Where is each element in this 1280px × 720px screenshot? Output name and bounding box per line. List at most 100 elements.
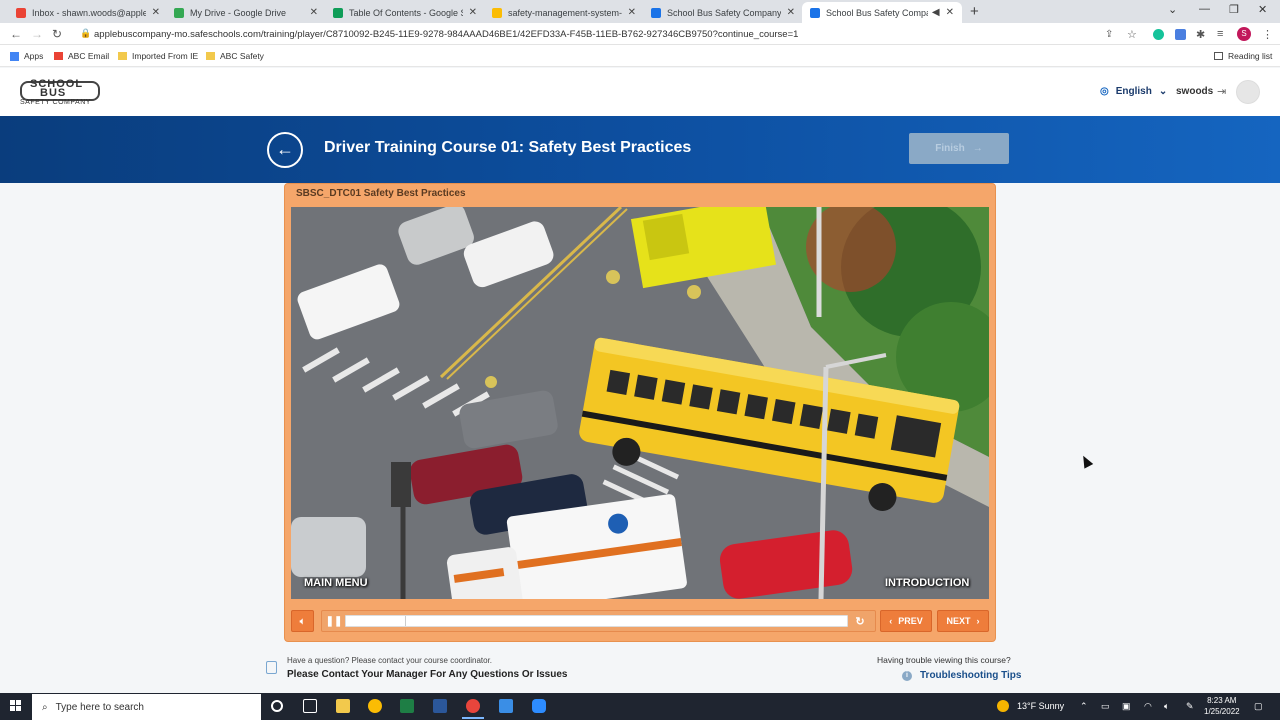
- module-label: SBSC_DTC01 Safety Best Practices: [296, 188, 466, 199]
- zoom-icon[interactable]: [532, 699, 546, 713]
- taskbar-search[interactable]: ⌕ Type here to search: [32, 694, 261, 720]
- close-icon[interactable]: ✕: [628, 7, 636, 18]
- cortana-icon[interactable]: [271, 700, 283, 712]
- browser-tab-admin[interactable]: School Bus Safety Company - Ad ✕: [643, 2, 803, 23]
- browser-tab-sheets[interactable]: Table Of Contents - Google Shee ✕: [325, 2, 485, 23]
- logo-line-2: BUS: [40, 87, 67, 99]
- progress-bar[interactable]: [345, 615, 848, 627]
- back-button[interactable]: ←: [267, 132, 303, 168]
- drive-icon: [492, 7, 502, 18]
- chrome-active-icon[interactable]: [466, 699, 480, 713]
- windows-start-icon[interactable]: [10, 700, 22, 712]
- profile-avatar[interactable]: S: [1237, 27, 1251, 41]
- tab-search-icon[interactable]: ⌄: [1168, 3, 1177, 16]
- language-selector[interactable]: ◎ English ⌄: [1100, 86, 1167, 97]
- restore-icon[interactable]: ❐: [1229, 3, 1239, 16]
- tab-title: Table Of Contents - Google Shee: [349, 7, 463, 18]
- new-tab-button[interactable]: +: [970, 3, 979, 20]
- site-header: [0, 68, 1280, 116]
- company-logo[interactable]: SCHOOL BUS SAFETY COMPANY: [20, 78, 102, 108]
- course-title: Driver Training Course 01: Safety Best P…: [324, 139, 692, 156]
- main-menu-link[interactable]: MAIN MENU: [304, 577, 368, 589]
- task-view-icon[interactable]: [303, 699, 317, 713]
- folder-icon: [206, 52, 215, 60]
- prev-button[interactable]: ‹ PREV: [880, 610, 932, 632]
- pause-icon[interactable]: ❚❚: [325, 613, 343, 629]
- info-icon: i: [902, 670, 912, 681]
- taskbar-clock[interactable]: 8:23 AM 1/25/2022: [1204, 695, 1240, 717]
- url-field[interactable]: applebuscompany-mo.safeschools.com/train…: [94, 29, 798, 40]
- grammarly-icon[interactable]: [1153, 29, 1164, 40]
- browser-tab-sms[interactable]: safety-management-system-pos ✕: [484, 2, 644, 23]
- display-icon[interactable]: ▣: [1122, 701, 1131, 712]
- media-icon[interactable]: ≡: [1217, 28, 1228, 40]
- search-placeholder: Type here to search: [55, 701, 144, 713]
- bookmark-imported-ie[interactable]: Imported From IE: [118, 51, 198, 61]
- bookmark-abc-email[interactable]: ABC Email: [54, 51, 109, 61]
- weather-icon: [997, 700, 1009, 712]
- reload-icon[interactable]: ↻: [52, 27, 62, 41]
- forward-icon[interactable]: →: [31, 27, 43, 41]
- speaker-icon[interactable]: ◀: [932, 7, 940, 18]
- browser-tab-inbox[interactable]: Inbox - shawn.woods@applebus ✕: [8, 2, 168, 23]
- volume-icon[interactable]: 🔈︎: [1164, 701, 1169, 712]
- troubleshooting-tips-link[interactable]: i Troubleshooting Tips: [902, 670, 1021, 681]
- reading-list[interactable]: Reading list: [1214, 51, 1272, 61]
- extension-icon[interactable]: [1175, 29, 1186, 40]
- logout-icon[interactable]: ⇥: [1217, 85, 1226, 98]
- folder-icon: [118, 52, 127, 60]
- reading-list-label: Reading list: [1228, 51, 1273, 61]
- close-icon[interactable]: ✕: [469, 7, 477, 18]
- tray-expand-icon[interactable]: ⌃: [1080, 701, 1088, 712]
- globe-icon: ◎: [1100, 86, 1109, 97]
- close-icon[interactable]: ✕: [310, 7, 318, 18]
- notifications-icon[interactable]: ▢: [1254, 701, 1263, 712]
- mouse-cursor-icon: [1078, 453, 1094, 469]
- window-close-icon[interactable]: ✕: [1258, 3, 1267, 16]
- excel-icon[interactable]: [400, 699, 414, 713]
- user-avatar[interactable]: [1236, 80, 1260, 104]
- clock-date: 1/25/2022: [1204, 707, 1240, 716]
- browser-tab-active[interactable]: School Bus Safety Company ◀ ✕: [802, 2, 962, 23]
- battery-icon[interactable]: ▭: [1101, 701, 1110, 712]
- tab-title: safety-management-system-pos: [508, 7, 622, 18]
- gmail-icon: [54, 52, 63, 60]
- close-icon[interactable]: ✕: [946, 7, 954, 18]
- bookmark-label: ABC Safety: [220, 51, 264, 61]
- site-icon: [810, 7, 820, 18]
- mute-button[interactable]: 🔈︎: [291, 610, 314, 632]
- next-button[interactable]: NEXT ›: [937, 610, 989, 632]
- star-icon[interactable]: ☆: [1127, 28, 1138, 41]
- word-icon[interactable]: [433, 699, 447, 713]
- arrow-left-icon: ←: [276, 139, 294, 159]
- close-icon[interactable]: ✕: [787, 7, 795, 18]
- logo-line-3: SAFETY COMPANY: [20, 99, 91, 106]
- video-frame[interactable]: MAIN MENU INTRODUCTION: [291, 207, 989, 599]
- finish-button[interactable]: Finish →: [909, 133, 1009, 164]
- app-icon[interactable]: [499, 699, 513, 713]
- language-label: English: [1115, 86, 1152, 97]
- speaker-icon: 🔈︎: [299, 615, 306, 626]
- drive-icon: [174, 7, 184, 18]
- search-icon: ⌕: [42, 701, 48, 713]
- bookmark-label: Apps: [24, 51, 44, 61]
- back-icon[interactable]: ←: [10, 27, 22, 41]
- introduction-label[interactable]: INTRODUCTION: [885, 577, 969, 589]
- browser-tab-drive[interactable]: My Drive - Google Drive ✕: [166, 2, 326, 23]
- file-explorer-icon[interactable]: [336, 699, 350, 713]
- minimize-icon[interactable]: —: [1199, 3, 1210, 15]
- pen-icon[interactable]: ✎: [1186, 701, 1194, 712]
- close-icon[interactable]: ✕: [152, 7, 160, 18]
- menu-icon[interactable]: ⋮: [1262, 28, 1273, 41]
- wifi-icon[interactable]: ◠: [1144, 701, 1152, 712]
- bookmark-apps[interactable]: Apps: [10, 51, 43, 61]
- share-icon[interactable]: ⇪: [1105, 29, 1116, 40]
- puzzle-icon[interactable]: ✱: [1196, 28, 1207, 41]
- lock-icon[interactable]: 🔒: [80, 28, 91, 39]
- question-text: Have a question? Please contact your cou…: [287, 656, 493, 665]
- bookmark-abc-safety[interactable]: ABC Safety: [206, 51, 264, 61]
- chrome-icon[interactable]: [368, 699, 382, 713]
- prev-label: PREV: [898, 616, 923, 626]
- weather-text[interactable]: 13°F Sunny: [1017, 701, 1064, 711]
- replay-icon[interactable]: ↻: [851, 613, 869, 629]
